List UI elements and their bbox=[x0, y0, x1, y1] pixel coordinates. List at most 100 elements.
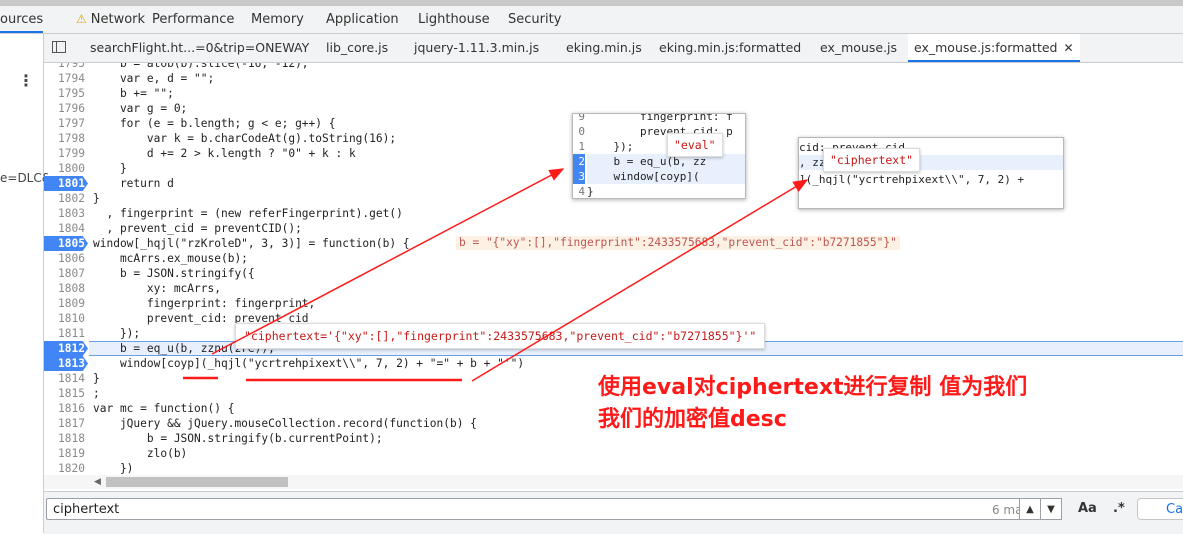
panel-tab-ources[interactable]: ources bbox=[0, 6, 44, 33]
line-number[interactable]: 1798 bbox=[44, 131, 88, 146]
file-tab[interactable]: eking.min.js bbox=[560, 34, 648, 62]
close-tab-icon[interactable]: ✕ bbox=[1063, 41, 1073, 55]
code-line[interactable]: d += 2 > k.length ? "0" + k : k bbox=[93, 146, 356, 161]
inline-variable-value: b = "{"xy":[],"fingerprint":2433575683,"… bbox=[456, 236, 900, 250]
breakpoint-line-number[interactable]: 1805 bbox=[44, 236, 88, 251]
line-number[interactable]: 1809 bbox=[44, 296, 88, 311]
line-number[interactable]: 1797 bbox=[44, 116, 88, 131]
panel-tab-security[interactable]: Security bbox=[508, 6, 561, 33]
code-line[interactable]: window[coyp](_hqjl("ycrtrehpixext\\", 7,… bbox=[93, 356, 524, 371]
popup-code-line: window[coyp]( bbox=[587, 169, 745, 184]
popup-line-number: 1 bbox=[578, 140, 585, 153]
code-line[interactable]: b = JSON.stringify({ bbox=[93, 266, 255, 281]
line-number[interactable]: 1811 bbox=[44, 326, 88, 341]
match-case-button[interactable]: Aa bbox=[1078, 501, 1097, 516]
code-line[interactable]: var mc = function() { bbox=[93, 401, 234, 416]
file-tab-label: eking.min.js:formatted bbox=[659, 40, 802, 55]
line-number[interactable]: 1804 bbox=[44, 221, 88, 236]
toggle-navigator-icon[interactable] bbox=[52, 41, 66, 53]
code-line[interactable]: jQuery && jQuery.mouseCollection.record(… bbox=[93, 416, 477, 431]
scroll-left-icon[interactable]: ◀ bbox=[94, 475, 101, 489]
line-number[interactable]: 1808 bbox=[44, 281, 88, 296]
code-line[interactable]: b = JSON.stringify(b.currentPoint); bbox=[93, 431, 383, 446]
code-line[interactable]: } bbox=[93, 371, 100, 386]
code-line[interactable]: xy: mcArrs, bbox=[93, 281, 221, 296]
file-tab-label: jquery-1.11.3.min.js bbox=[414, 40, 540, 55]
code-line[interactable]: var e, d = ""; bbox=[93, 71, 214, 86]
line-number[interactable]: 1810 bbox=[44, 311, 88, 326]
horizontal-scrollbar[interactable]: ◀ bbox=[44, 475, 1183, 489]
breakpoint-line-number[interactable]: 1813 bbox=[44, 356, 88, 371]
code-line[interactable]: b = atob(b).slice(-16, -12); bbox=[93, 63, 309, 71]
line-number[interactable]: 1817 bbox=[44, 416, 88, 431]
line-number[interactable]: 1800 bbox=[44, 161, 88, 176]
breakpoint-line-number[interactable]: 1801 bbox=[44, 176, 88, 191]
line-number[interactable]: 1802 bbox=[44, 191, 88, 206]
file-tab[interactable]: jquery-1.11.3.min.js bbox=[408, 34, 545, 62]
line-number[interactable]: 1807 bbox=[44, 266, 88, 281]
code-line[interactable]: for (e = b.length; g < e; g++) { bbox=[93, 116, 336, 131]
panel-tab-network[interactable]: ⚠ Network bbox=[76, 6, 145, 33]
code-line[interactable]: b += ""; bbox=[93, 86, 174, 101]
code-line[interactable]: var g = 0; bbox=[93, 101, 187, 116]
file-tab[interactable]: eking.min.js:formatted bbox=[653, 34, 807, 62]
file-tab[interactable]: lib_core.js bbox=[320, 34, 394, 62]
code-line[interactable]: return d bbox=[93, 176, 174, 191]
cancel-button[interactable]: Cancel bbox=[1137, 498, 1183, 520]
code-line[interactable]: zlo(b) bbox=[93, 446, 187, 461]
search-query: ciphertext bbox=[53, 502, 120, 517]
line-number[interactable]: 1799 bbox=[44, 146, 88, 161]
code-line[interactable]: fingerprint: fingerprint, bbox=[93, 296, 315, 311]
line-number[interactable]: 1794 bbox=[44, 71, 88, 86]
editor-file-tabs: searchFlight.ht...=0&trip=ONEWAY lib_core… bbox=[44, 34, 1183, 63]
panel-tab-performance[interactable]: Performance bbox=[152, 6, 234, 33]
code-line[interactable]: mcArrs.ex_mouse(b); bbox=[93, 251, 248, 266]
file-tab[interactable]: ex_mouse.js bbox=[814, 34, 903, 62]
line-number[interactable]: 1803 bbox=[44, 206, 88, 221]
line-number[interactable]: 1820 bbox=[44, 461, 88, 475]
code-line[interactable]: } bbox=[93, 191, 100, 206]
code-line[interactable]: , fingerprint = (new referFingerprint).g… bbox=[93, 206, 402, 221]
line-number[interactable]: 1814 bbox=[44, 371, 88, 386]
panel-tab-label: Memory bbox=[251, 12, 304, 27]
scrollbar-thumb[interactable] bbox=[106, 477, 288, 487]
hover-popup-eval: 9 fingerprint: f0 prevent_cid: p1 }); 2 b… bbox=[572, 113, 746, 199]
line-number[interactable]: 1796 bbox=[44, 101, 88, 116]
file-tab-label: searchFlight.ht...=0&trip=ONEWAY bbox=[90, 40, 310, 55]
code-line[interactable]: window[_hqjl("rzKroleD", 3, 3)] = functi… bbox=[93, 236, 410, 251]
breakpoint-line-number[interactable]: 1812 bbox=[44, 341, 88, 356]
regex-button[interactable]: .* bbox=[1113, 501, 1125, 516]
annotation-text: 使用eval对ciphertext进行复制 值为我们 我们的加密值desc bbox=[598, 372, 1027, 436]
line-number[interactable]: 1818 bbox=[44, 431, 88, 446]
search-prev-button[interactable]: ▲ bbox=[1019, 498, 1041, 520]
popup-line-number: 3 bbox=[573, 169, 585, 184]
panel-tab-label: Performance bbox=[152, 12, 235, 27]
search-next-button[interactable]: ▼ bbox=[1040, 498, 1062, 520]
file-tab-label: lib_core.js bbox=[326, 40, 389, 55]
hover-popup-ciphertext: cid: prevent_cid, zznu(zre));](_hqjl("yc… bbox=[798, 137, 1064, 209]
line-number[interactable]: 1795 bbox=[44, 63, 88, 71]
more-options-icon[interactable]: ⋮ bbox=[18, 72, 34, 90]
panel-tab-label: Security bbox=[508, 12, 562, 27]
annotation-line-1: 使用eval对ciphertext进行复制 值为我们 bbox=[598, 375, 1028, 400]
line-number[interactable]: 1819 bbox=[44, 446, 88, 461]
code-line[interactable]: } bbox=[93, 161, 127, 176]
search-input[interactable]: ciphertext 6 matches bbox=[46, 498, 1062, 520]
line-number[interactable]: 1795 bbox=[44, 86, 88, 101]
panel-tab-application[interactable]: Application bbox=[326, 6, 399, 33]
panel-tab-label: ources bbox=[0, 12, 44, 27]
file-tab[interactable]: searchFlight.ht...=0&trip=ONEWAY bbox=[84, 34, 315, 62]
code-line[interactable]: }); bbox=[93, 326, 140, 341]
line-number[interactable]: 1815 bbox=[44, 386, 88, 401]
code-line[interactable]: , prevent_cid = preventCID(); bbox=[93, 221, 301, 236]
file-tab[interactable]: ex_mouse.js:formatted ✕ bbox=[908, 34, 1080, 62]
code-line[interactable]: }) bbox=[93, 461, 133, 475]
panel-tab-lighthouse[interactable]: Lighthouse bbox=[418, 6, 490, 33]
line-number[interactable]: 1816 bbox=[44, 401, 88, 416]
panel-tab-memory[interactable]: Memory bbox=[251, 6, 304, 33]
code-line[interactable]: var k = b.charCodeAt(g).toString(16); bbox=[93, 131, 396, 146]
line-number[interactable]: 1806 bbox=[44, 251, 88, 266]
code-line[interactable]: ; bbox=[93, 386, 100, 401]
popup-code-line: ](_hqjl("ycrtrehpixext\\", 7, 2) + bbox=[799, 173, 1025, 186]
popup-tooltip-eval: "eval" bbox=[667, 133, 723, 157]
